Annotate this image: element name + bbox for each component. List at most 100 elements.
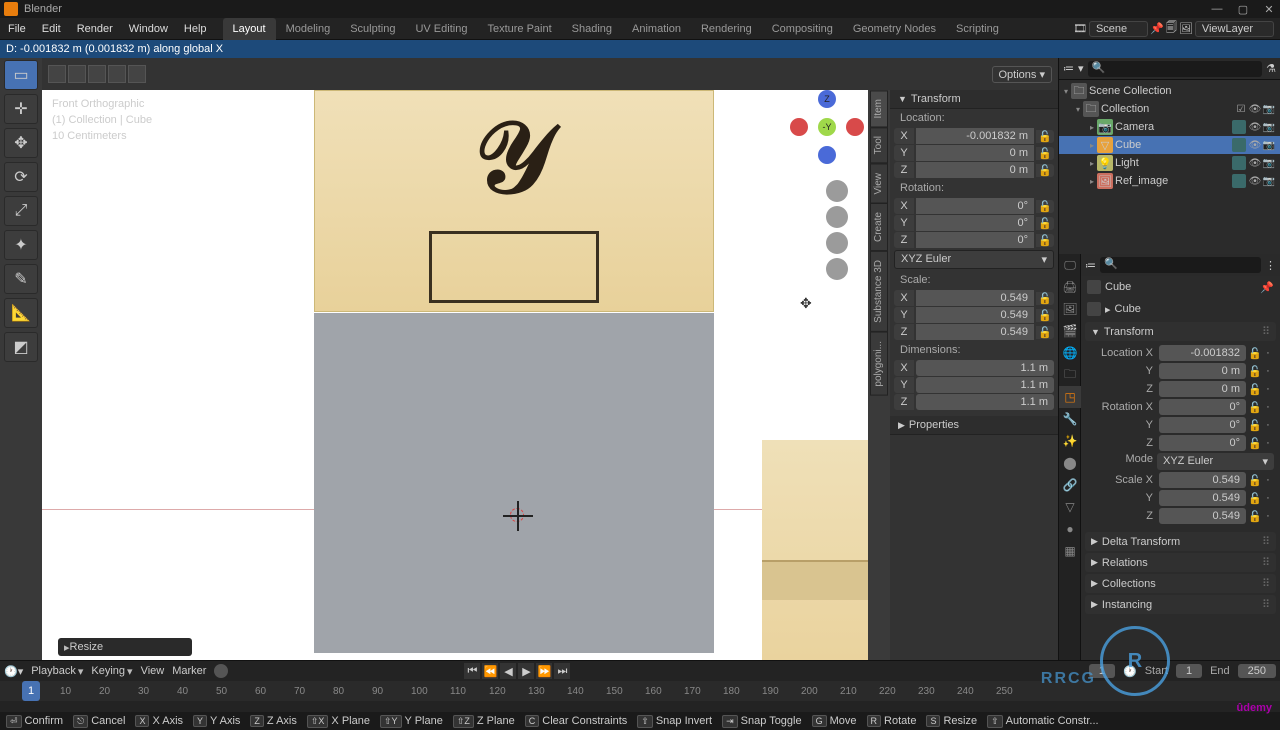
scene-tab-icon[interactable]: 🎬 bbox=[1059, 320, 1081, 342]
copy-scene-icon[interactable]: 🗐 bbox=[1166, 19, 1177, 38]
lock-icon[interactable]: 🔓 bbox=[1036, 292, 1054, 305]
next-key-icon[interactable]: ⏩ bbox=[536, 663, 552, 679]
last-operator-panel[interactable]: ▸ Resize bbox=[58, 638, 192, 656]
move-tool[interactable]: ✥ bbox=[4, 128, 38, 158]
lock-icon[interactable]: 🔓 bbox=[1248, 365, 1260, 378]
animate-icon[interactable]: · bbox=[1262, 383, 1274, 395]
workspace-tab[interactable]: Scripting bbox=[946, 18, 1009, 40]
viewlayer-tab-icon[interactable]: 🖼 bbox=[1059, 298, 1081, 320]
physics-tab-icon[interactable]: ⬤ bbox=[1059, 452, 1081, 474]
3d-viewport[interactable]: ▭ ✛ ✥ ⟳ ⤢ ✦ ✎ 📐 ◩ Options ▾ bbox=[0, 58, 1058, 660]
lock-icon[interactable]: 🔓 bbox=[1036, 164, 1054, 177]
snap-volume-icon[interactable] bbox=[108, 65, 126, 83]
texture-tab-icon[interactable]: ▦ bbox=[1059, 540, 1081, 562]
visibility-icon[interactable]: 👁 bbox=[1248, 176, 1262, 187]
render-icon[interactable]: 📷 bbox=[1262, 122, 1276, 133]
outliner-item[interactable]: ▸💡Light👁📷 bbox=[1059, 154, 1280, 172]
navigation-gizmo[interactable]: Z -Y bbox=[796, 100, 858, 162]
collection-row[interactable]: ▾🗀Collection☑👁📷 bbox=[1059, 100, 1280, 118]
render-icon[interactable]: 📷 bbox=[1262, 176, 1276, 187]
side-tab[interactable]: Create bbox=[870, 203, 888, 251]
close-icon[interactable]: ✕ bbox=[1262, 2, 1276, 16]
loc-x[interactable]: -0.001832 m bbox=[916, 128, 1034, 144]
snap-edge-icon[interactable] bbox=[68, 65, 86, 83]
editor-type-icon[interactable]: 🕐▾ bbox=[4, 665, 23, 678]
cursor-tool[interactable]: ✛ bbox=[4, 94, 38, 124]
workspace-tab[interactable]: Texture Paint bbox=[477, 18, 561, 40]
lock-icon[interactable]: 🔓 bbox=[1248, 510, 1260, 523]
scl-z[interactable]: 0.549 bbox=[916, 324, 1034, 340]
scene-collection-row[interactable]: ▾🗀Scene Collection bbox=[1059, 82, 1280, 100]
menu-edit[interactable]: Edit bbox=[34, 23, 69, 35]
measure-tool[interactable]: 📐 bbox=[4, 298, 38, 328]
pan-icon[interactable] bbox=[826, 206, 848, 228]
lock-icon[interactable]: 🔓 bbox=[1248, 474, 1260, 487]
menu-help[interactable]: Help bbox=[176, 23, 215, 35]
workspace-tab[interactable]: Animation bbox=[622, 18, 691, 40]
options-dropdown[interactable]: Options ▾ bbox=[992, 66, 1053, 83]
jump-start-icon[interactable]: ⏮ bbox=[464, 663, 480, 679]
animate-icon[interactable]: · bbox=[1262, 365, 1274, 377]
menu-window[interactable]: Window bbox=[121, 23, 176, 35]
animate-icon[interactable]: · bbox=[1262, 401, 1274, 413]
render-tab-icon[interactable]: 🖵 bbox=[1059, 254, 1081, 276]
workspace-tab[interactable]: Layout bbox=[223, 18, 276, 40]
properties-panel-header[interactable]: ▶Properties bbox=[890, 416, 1058, 435]
side-tab[interactable]: Item bbox=[870, 90, 888, 127]
subpanel-header[interactable]: ▶Instancing⠿ bbox=[1085, 595, 1276, 614]
rot-z[interactable]: 0° bbox=[916, 232, 1034, 248]
subpanel-header[interactable]: ▶Delta Transform⠿ bbox=[1085, 532, 1276, 551]
rot-x[interactable]: 0° bbox=[916, 198, 1034, 214]
camera-view-icon[interactable] bbox=[826, 232, 848, 254]
animate-icon[interactable]: · bbox=[1262, 437, 1274, 449]
outliner-search[interactable]: 🔍 bbox=[1088, 61, 1263, 77]
workspace-tab[interactable]: Compositing bbox=[762, 18, 843, 40]
animate-icon[interactable]: · bbox=[1262, 347, 1274, 359]
workspace-tab[interactable]: Rendering bbox=[691, 18, 762, 40]
axis-z-neg-icon[interactable] bbox=[818, 146, 836, 164]
display-icon[interactable]: ≔ bbox=[1085, 259, 1096, 272]
end-frame[interactable]: 250 bbox=[1238, 664, 1276, 678]
zoom-icon[interactable] bbox=[826, 180, 848, 202]
workspace-tab[interactable]: UV Editing bbox=[405, 18, 477, 40]
axis-y-neg-icon[interactable]: -Y bbox=[818, 118, 836, 136]
filter-icon[interactable]: ▾ bbox=[1078, 62, 1084, 75]
lock-icon[interactable]: 🔓 bbox=[1036, 147, 1054, 160]
cube-mesh[interactable] bbox=[314, 313, 714, 653]
pin-icon[interactable]: 📌 bbox=[1260, 281, 1274, 294]
select-box-tool[interactable]: ▭ bbox=[4, 60, 38, 90]
collection-tab-icon[interactable]: 🗀 bbox=[1059, 364, 1081, 386]
world-tab-icon[interactable]: 🌐 bbox=[1059, 342, 1081, 364]
dim-x[interactable]: 1.1 m bbox=[916, 360, 1054, 376]
material-tab-icon[interactable]: ● bbox=[1059, 518, 1081, 540]
start-frame[interactable]: 1 bbox=[1176, 664, 1202, 678]
options-icon[interactable]: ⋮ bbox=[1265, 259, 1276, 272]
loc-z[interactable]: 0 m bbox=[916, 162, 1034, 178]
scene-field[interactable]: Scene bbox=[1089, 21, 1148, 37]
side-tab[interactable]: Substance 3D bbox=[870, 251, 888, 332]
auto-key-icon[interactable] bbox=[214, 664, 228, 678]
particle-tab-icon[interactable]: ✨ bbox=[1059, 430, 1081, 452]
dim-y[interactable]: 1.1 m bbox=[916, 377, 1054, 393]
rotate-tool[interactable]: ⟳ bbox=[4, 162, 38, 192]
playback-menu[interactable]: Playback ▾ bbox=[31, 665, 83, 678]
workspace-tab[interactable]: Shading bbox=[562, 18, 622, 40]
viewlayer-field[interactable]: ViewLayer bbox=[1195, 21, 1274, 37]
lock-icon[interactable]: 🔓 bbox=[1036, 217, 1054, 230]
filter-funnel-icon[interactable]: ⚗ bbox=[1266, 62, 1276, 75]
render-icon[interactable]: 📷 bbox=[1262, 158, 1276, 169]
annotate-tool[interactable]: ✎ bbox=[4, 264, 38, 294]
outliner-item[interactable]: ▸🖼Ref_image👁📷 bbox=[1059, 172, 1280, 190]
animate-icon[interactable]: · bbox=[1262, 492, 1274, 504]
lock-icon[interactable]: 🔓 bbox=[1036, 200, 1054, 213]
snap-increment-icon[interactable] bbox=[128, 65, 146, 83]
side-tab[interactable]: polygoni... bbox=[870, 332, 888, 396]
lock-icon[interactable]: 🔓 bbox=[1248, 401, 1260, 414]
loc-y[interactable]: 0 m bbox=[916, 145, 1034, 161]
menu-render[interactable]: Render bbox=[69, 23, 121, 35]
lock-icon[interactable]: 🔓 bbox=[1036, 130, 1054, 143]
transform-subpanel-header[interactable]: ▼Transform⠿ bbox=[1085, 322, 1276, 341]
add-cube-tool[interactable]: ◩ bbox=[4, 332, 38, 362]
rotation-mode-select[interactable]: XYZ Euler▾ bbox=[894, 250, 1054, 269]
pin-icon[interactable]: 📌 bbox=[1150, 22, 1164, 35]
